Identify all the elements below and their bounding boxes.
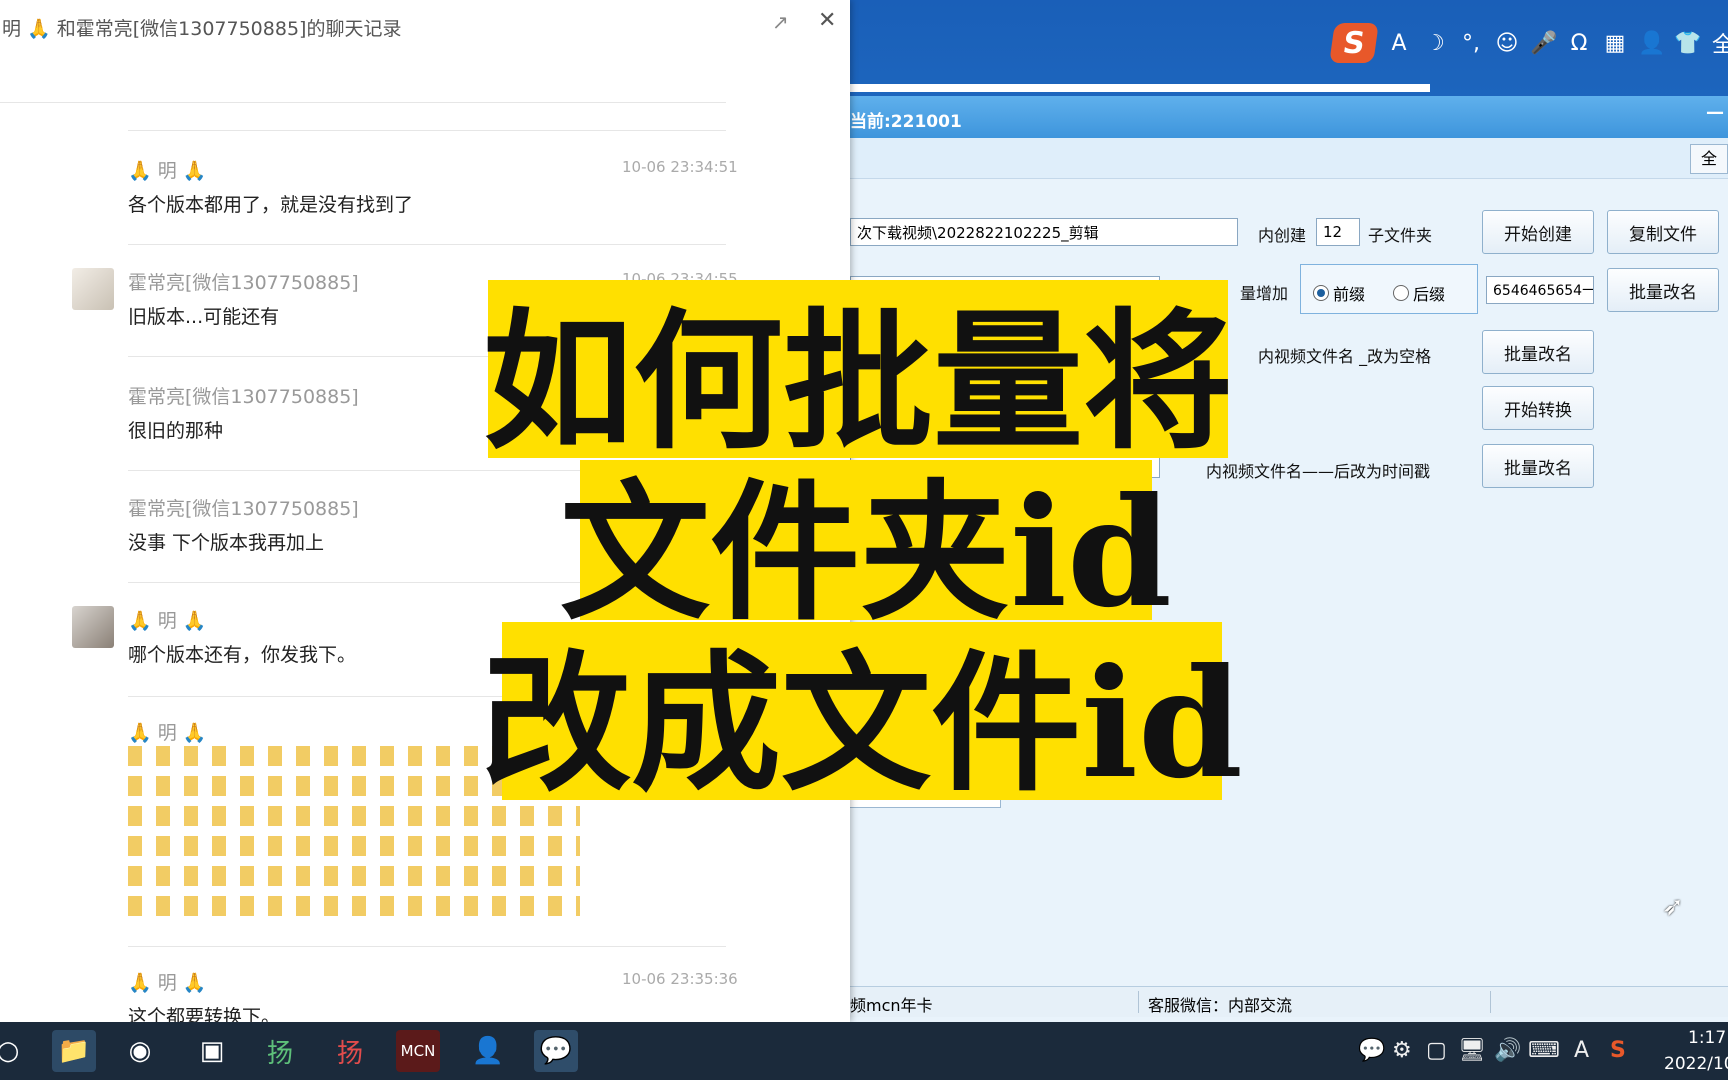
message-text: 很旧的那种 <box>128 420 224 442</box>
sender-name: 🙏 明 🙏 <box>128 972 207 994</box>
chat-titlebar: 明 🙏 和霍常亮[微信1307750885]的聊天记录 ↗ ✕ <box>0 0 850 52</box>
clock-time[interactable]: 1:17 <box>1688 1028 1726 1048</box>
app-tray-icon[interactable]: ▢ <box>1426 1038 1447 1063</box>
start-convert-button[interactable]: 开始转换 <box>1482 386 1594 430</box>
create-label: 内创建 <box>1258 226 1307 245</box>
avatar[interactable] <box>72 268 114 310</box>
file-explorer-icon[interactable]: 📁 <box>52 1030 96 1072</box>
wechat-icon[interactable]: 💬 <box>534 1030 578 1072</box>
start-create-button[interactable]: 开始创建 <box>1482 210 1594 254</box>
message-text: 没事 下个版本我再加上 <box>128 532 325 554</box>
close-icon[interactable]: ✕ <box>818 8 836 33</box>
browser-icon[interactable]: ◉ <box>118 1030 162 1072</box>
clock-date[interactable]: 2022/10 <box>1664 1054 1728 1074</box>
divider <box>128 244 726 245</box>
message-time: 10-06 23:35:36 <box>622 970 738 988</box>
divider <box>128 130 726 131</box>
status-middle-text: 客服微信：内部交流 <box>1148 996 1293 1015</box>
batch-rename-button-1[interactable]: 批量改名 <box>1607 268 1719 312</box>
user-app-icon[interactable]: 👤 <box>466 1030 510 1072</box>
app-icon[interactable]: 扬 <box>258 1030 302 1072</box>
batch-rename-button-3[interactable]: 批量改名 <box>1482 444 1594 488</box>
volume-icon[interactable]: 🔊 <box>1494 1038 1521 1063</box>
prefix-suffix-group: 前缀 后缀 <box>1300 264 1478 314</box>
radio-suffix[interactable]: 后缀 <box>1393 281 1445 305</box>
sogou-tray-icon[interactable]: S <box>1610 1038 1626 1063</box>
wechat-tray-icon[interactable]: 💬 <box>1358 1038 1385 1063</box>
app-icon[interactable]: ▣ <box>190 1030 234 1072</box>
ime-user-icon[interactable]: 👤 <box>1638 31 1665 56</box>
sender-name: 霍常亮[微信1307750885] <box>128 498 359 520</box>
keyboard-icon[interactable]: ⌨ <box>1528 1038 1560 1063</box>
overlay-caption-line-2: 文件夹id <box>560 460 1172 641</box>
message-text: 各个版本都用了，就是没有找到了 <box>128 194 414 216</box>
network-icon[interactable]: 🖥 <box>1458 1038 1486 1063</box>
app-icon[interactable]: 扬 <box>328 1030 372 1072</box>
search-icon[interactable]: ○ <box>0 1030 30 1072</box>
subfolder-label: 子文件夹 <box>1368 226 1433 245</box>
sender-name: 🙏 明 🙏 <box>128 160 207 182</box>
tool-title-text: 当前:221001 <box>850 112 962 132</box>
ime-keyboard-icon[interactable]: ▦ <box>1602 31 1628 56</box>
window-edge <box>850 84 1430 92</box>
tool-tab-button[interactable]: 全 <box>1690 144 1728 174</box>
tool-toolbar <box>850 138 1728 179</box>
radio-prefix-dot-icon[interactable] <box>1313 285 1329 301</box>
radio-prefix[interactable]: 前缀 <box>1313 281 1365 305</box>
ime-symbol-icon[interactable]: Ω <box>1566 31 1592 56</box>
batch-add-label: 量增加 <box>1240 284 1289 303</box>
chat-title-text: 明 🙏 和霍常亮[微信1307750885]的聊天记录 <box>2 18 402 40</box>
minimize-button[interactable]: — <box>1706 102 1724 123</box>
settings-tray-icon[interactable]: ⚙ <box>1392 1038 1412 1063</box>
message-time: 10-06 23:34:51 <box>622 158 738 176</box>
divider <box>128 946 726 947</box>
ime-language-icon[interactable]: A <box>1386 31 1412 56</box>
share-icon[interactable]: ↗ <box>772 10 789 34</box>
folder-count-input[interactable]: 12 <box>1316 218 1360 246</box>
ime-moon-icon[interactable]: ☽ <box>1422 31 1448 56</box>
copy-files-button[interactable]: 复制文件 <box>1607 210 1719 254</box>
mcn-app-icon[interactable]: MCN <box>396 1030 440 1072</box>
divider <box>0 102 726 103</box>
overlay-caption-line-3: 改成文件id <box>481 622 1243 812</box>
ime-skin-icon[interactable]: 👕 <box>1674 31 1701 56</box>
sender-name: 🙏 明 🙏 <box>128 610 207 632</box>
mouse-cursor-icon: ➶ <box>1662 892 1684 922</box>
sender-name: 霍常亮[微信1307750885] <box>128 272 359 294</box>
sender-name: 🙏 明 🙏 <box>128 722 207 744</box>
timestamp-label: 内视频文件名——后改为时间戳 <box>1206 462 1431 481</box>
message-text: 哪个版本还有，你发我下。 <box>128 644 357 666</box>
sogou-logo-icon[interactable]: S <box>1329 23 1379 63</box>
radio-suffix-dot-icon[interactable] <box>1393 285 1409 301</box>
batch-rename-button-2[interactable]: 批量改名 <box>1482 330 1594 374</box>
folder-path-input[interactable]: 次下载视频\2022822102225_剪辑 <box>850 218 1238 246</box>
ime-fullwidth-icon[interactable]: 全 <box>1710 27 1728 59</box>
taskbar: ○ 📁 ◉ ▣ 扬 扬 MCN 👤 💬 💬 ⚙ ▢ 🖥 🔊 ⌨ A S 1:17… <box>0 1022 1728 1080</box>
sender-name: 霍常亮[微信1307750885] <box>128 386 359 408</box>
status-separator <box>1138 991 1139 1013</box>
avatar[interactable] <box>72 606 114 648</box>
tool-titlebar: 当前:221001 — <box>850 96 1728 138</box>
status-separator <box>1490 991 1491 1013</box>
ime-toolbar[interactable]: S A ☽ °, ☺ 🎤 Ω ▦ 👤 👕 全 <box>1329 18 1728 68</box>
ime-emoji-icon[interactable]: ☺ <box>1494 31 1520 56</box>
prefix-text-input[interactable]: 6546465654一 <box>1486 276 1594 304</box>
underscore-label: 内视频文件名 _改为空格 <box>1258 347 1432 366</box>
ime-microphone-icon[interactable]: 🎤 <box>1530 31 1557 56</box>
status-bar: 频mcn年卡 客服微信：内部交流 <box>850 986 1728 1017</box>
ime-mode-icon[interactable]: A <box>1574 1038 1589 1063</box>
radio-suffix-label: 后缀 <box>1413 285 1446 304</box>
message-text: 旧版本...可能还有 <box>128 306 280 328</box>
radio-prefix-label: 前缀 <box>1333 285 1366 304</box>
ime-punctuation-icon[interactable]: °, <box>1458 31 1484 56</box>
status-left-text: 频mcn年卡 <box>850 996 933 1015</box>
